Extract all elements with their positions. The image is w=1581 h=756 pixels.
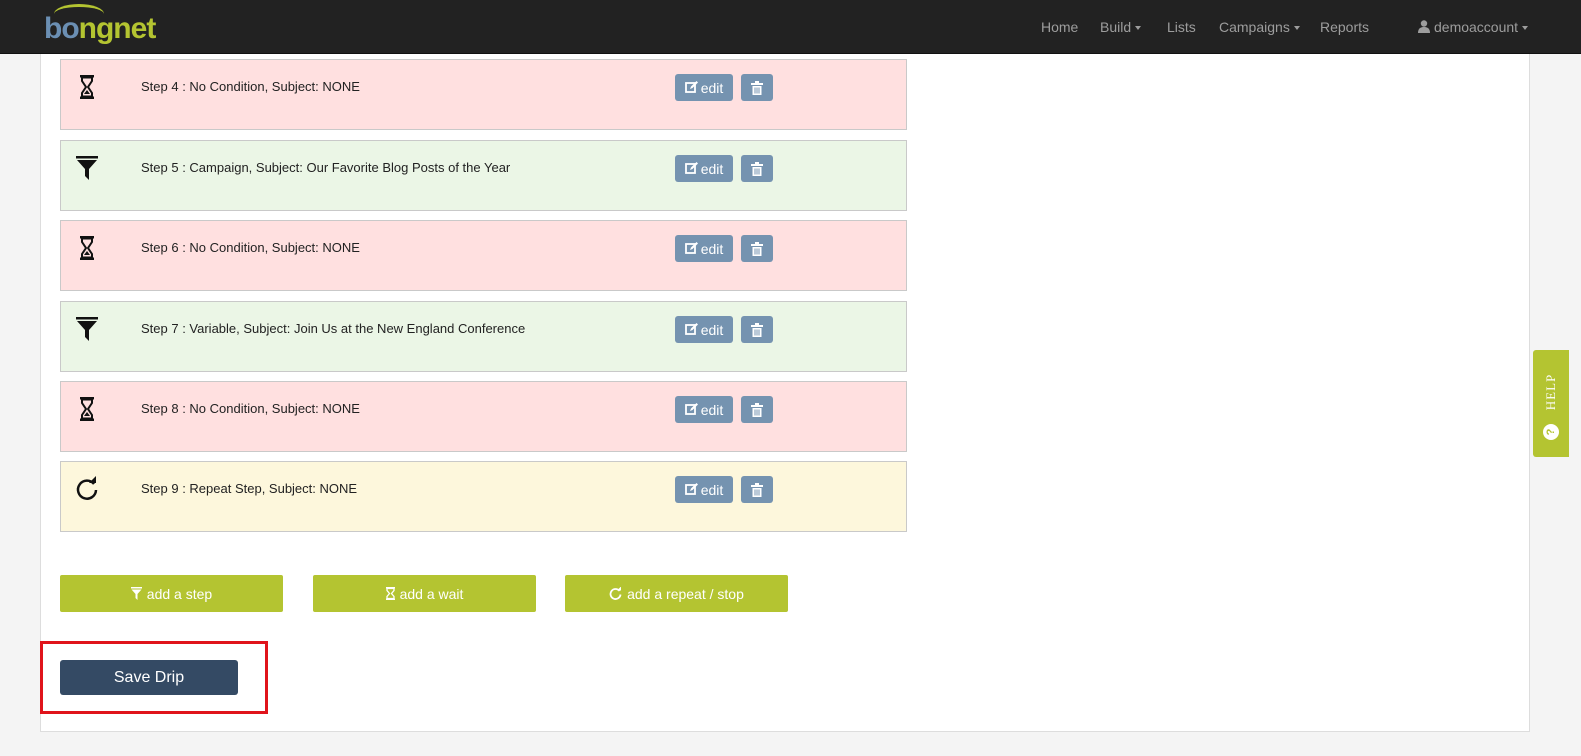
step-description: Step 7 : Variable, Subject: Join Us at t… [141, 321, 526, 336]
edit-step-button[interactable]: edit [675, 235, 733, 262]
edit-step-button[interactable]: edit [675, 74, 733, 101]
caret-down-icon [1522, 26, 1529, 31]
delete-step-button[interactable] [741, 396, 773, 423]
trash-icon [751, 161, 763, 176]
delete-step-button[interactable] [741, 476, 773, 503]
edit-icon [684, 242, 698, 254]
step-row-9: Step 9 : Repeat Step, Subject: NONE edit [60, 461, 907, 532]
delete-step-button[interactable] [741, 74, 773, 101]
edit-step-button[interactable]: edit [675, 396, 733, 423]
edit-icon [684, 81, 698, 93]
refresh-icon [76, 476, 98, 500]
question-icon: ? [1543, 424, 1559, 440]
hourglass-icon [385, 587, 395, 600]
edit-icon [684, 403, 698, 415]
step-description: Step 4 : No Condition, Subject: NONE [141, 79, 360, 94]
refresh-icon [609, 587, 622, 600]
step-description: Step 8 : No Condition, Subject: NONE [141, 401, 360, 416]
caret-down-icon [1293, 26, 1300, 31]
top-navbar: bongnet Home Build Lists Campaigns Repor… [0, 0, 1581, 54]
edit-step-button[interactable]: edit [675, 476, 733, 503]
save-drip-button[interactable]: Save Drip [60, 660, 238, 695]
add-repeat-stop-label: add a repeat / stop [627, 585, 744, 602]
edit-icon [684, 162, 698, 174]
nav-campaigns[interactable]: Campaigns [1219, 19, 1300, 35]
step-row-5: Step 5 : Campaign, Subject: Our Favorite… [60, 140, 907, 211]
step-row-4: Step 4 : No Condition, Subject: NONE edi… [60, 59, 907, 130]
edit-step-button[interactable]: edit [675, 155, 733, 182]
delete-step-button[interactable] [741, 235, 773, 262]
edit-label: edit [700, 240, 724, 257]
step-description: Step 9 : Repeat Step, Subject: NONE [141, 481, 358, 496]
step-description: Step 5 : Campaign, Subject: Our Favorite… [141, 160, 511, 175]
hourglass-icon [80, 397, 94, 421]
edit-label: edit [700, 321, 724, 338]
trash-icon [751, 241, 763, 256]
nav-lists[interactable]: Lists [1167, 19, 1196, 35]
delete-step-button[interactable] [741, 155, 773, 182]
step-row-6: Step 6 : No Condition, Subject: NONE edi… [60, 220, 907, 291]
edit-label: edit [700, 481, 724, 498]
nav-campaigns-label: Campaigns [1219, 19, 1290, 35]
edit-label: edit [700, 79, 724, 96]
trash-icon [751, 80, 763, 95]
add-wait-label: add a wait [399, 585, 464, 602]
hourglass-icon [80, 75, 94, 99]
add-step-button[interactable]: add a step [60, 575, 283, 612]
nav-reports[interactable]: Reports [1320, 19, 1369, 35]
edit-label: edit [700, 401, 724, 418]
trash-icon [751, 322, 763, 337]
step-row-8: Step 8 : No Condition, Subject: NONE edi… [60, 381, 907, 452]
help-tab[interactable]: HELP ? [1533, 350, 1569, 457]
hourglass-icon [80, 236, 94, 260]
delete-step-button[interactable] [741, 316, 773, 343]
add-step-label: add a step [146, 585, 213, 602]
nav-home[interactable]: Home [1041, 19, 1078, 35]
filter-icon [76, 317, 98, 341]
edit-icon [684, 323, 698, 335]
caret-down-icon [1135, 26, 1142, 31]
edit-step-button[interactable]: edit [675, 316, 733, 343]
add-wait-button[interactable]: add a wait [313, 575, 536, 612]
nav-build-label: Build [1100, 19, 1132, 35]
step-description: Step 6 : No Condition, Subject: NONE [141, 240, 360, 255]
edit-icon [684, 483, 698, 495]
edit-label: edit [700, 160, 724, 177]
help-label: HELP [1543, 373, 1558, 411]
trash-icon [751, 402, 763, 417]
user-icon [1418, 20, 1430, 33]
trash-icon [751, 482, 763, 497]
boingnet-logo[interactable]: bongnet [44, 2, 156, 50]
nav-account[interactable]: demoaccount [1418, 19, 1529, 35]
filter-icon [130, 587, 142, 600]
logo-swirl [54, 4, 104, 24]
nav-account-label: demoaccount [1434, 19, 1519, 35]
step-row-7: Step 7 : Variable, Subject: Join Us at t… [60, 301, 907, 372]
nav-build[interactable]: Build [1100, 19, 1142, 35]
filter-icon [76, 156, 98, 180]
add-repeat-stop-button[interactable]: add a repeat / stop [565, 575, 788, 612]
